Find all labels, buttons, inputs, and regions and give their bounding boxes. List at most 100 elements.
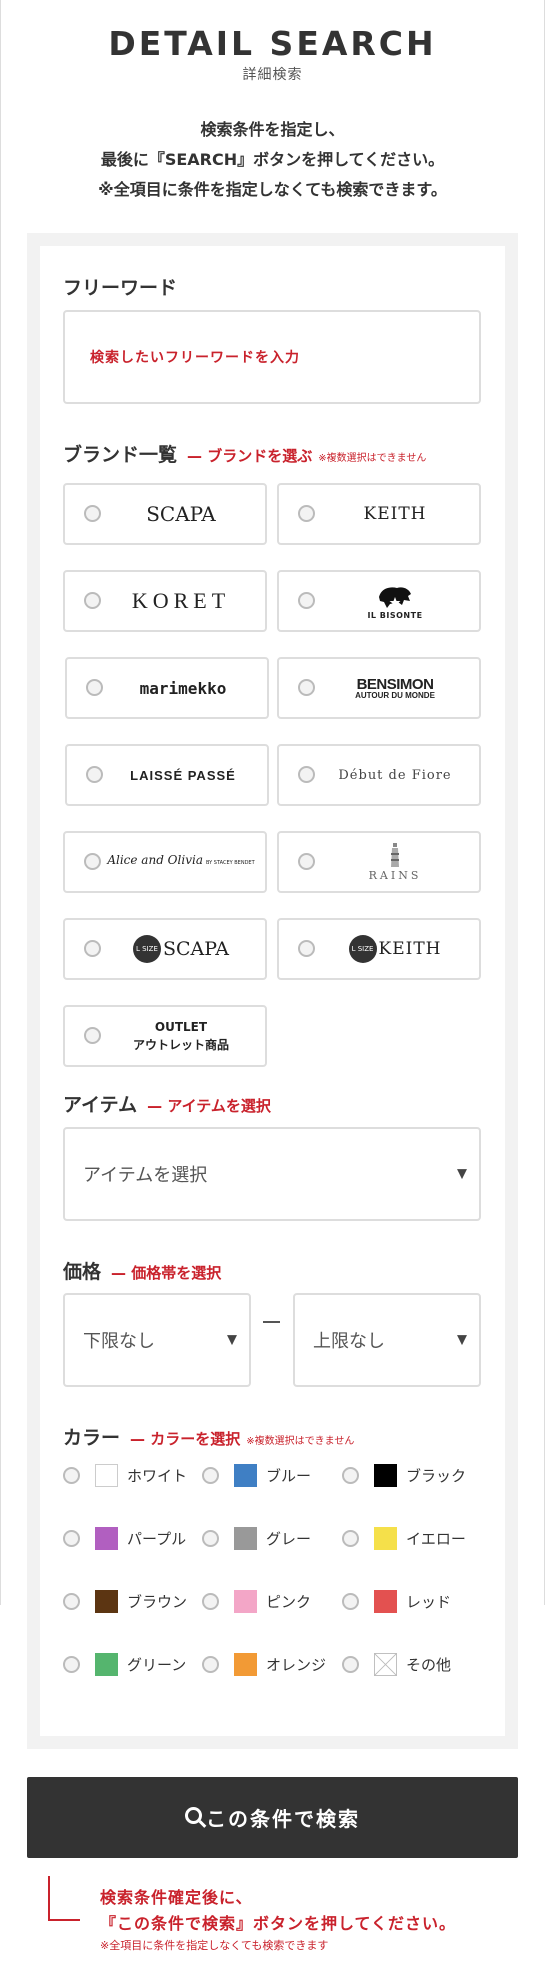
gray-swatch <box>234 1526 257 1550</box>
green-swatch <box>95 1652 118 1676</box>
footer-note-line-2: 『この条件で検索』ボタンを押してください。 <box>100 1914 457 1933</box>
footer-note-line-1: 検索条件確定後に、 <box>100 1888 253 1907</box>
brand-option-laisse-passe[interactable]: LAISSÉ PASSÉ <box>65 744 269 806</box>
price-min-select[interactable]: 下限なし ▼ <box>63 1293 251 1387</box>
other-swatch-icon <box>374 1652 397 1676</box>
radio-icon[interactable] <box>342 1655 359 1673</box>
price-max-select[interactable]: 上限なし ▼ <box>293 1293 481 1387</box>
bison-icon <box>379 586 411 608</box>
brand-option-keith-lsize[interactable]: L SIZE KEITH <box>277 918 481 980</box>
radio-icon[interactable] <box>202 1592 219 1610</box>
radio-icon[interactable] <box>63 1529 80 1547</box>
brand-option-debut-de-fiore[interactable]: Début de Fiore <box>277 744 481 806</box>
radio-icon[interactable] <box>298 940 315 957</box>
koret-logo: KORET <box>131 588 231 613</box>
brand-option-koret[interactable]: KORET <box>63 570 267 632</box>
radio-icon[interactable] <box>84 592 101 609</box>
search-icon <box>185 1807 202 1824</box>
note-bracket-horizontal <box>48 1919 80 1921</box>
radio-icon[interactable] <box>63 1592 80 1610</box>
radio-icon[interactable] <box>298 505 315 522</box>
color-note: ※複数選択はできません <box>246 1436 355 1447</box>
intro-line-3: ※全項目に条件を指定しなくても検索できます。 <box>98 180 447 199</box>
brand-option-alice-olivia[interactable]: Alice and Olivia BY STACEY BENDET <box>63 831 267 893</box>
brand-option-rains[interactable]: RAINS <box>277 831 481 893</box>
color-option-black[interactable]: ブラック <box>342 1461 466 1489</box>
radio-icon[interactable] <box>202 1466 219 1484</box>
brand-option-bensimon[interactable]: BENSIMON AUTOUR DU MONDE <box>277 657 481 719</box>
brand-option-scapa[interactable]: SCAPA <box>63 483 267 545</box>
radio-icon[interactable] <box>202 1655 219 1673</box>
dropdown-arrow-icon: ▼ <box>227 1332 237 1348</box>
scapa-logo: SCAPA <box>146 502 216 526</box>
intro-line-2: 最後に『SEARCH』ボタンを押してください。 <box>100 150 445 169</box>
search-button[interactable]: この条件で検索 <box>27 1777 518 1858</box>
color-option-brown[interactable]: ブラウン <box>63 1587 187 1615</box>
radio-icon[interactable] <box>342 1466 359 1484</box>
white-swatch <box>95 1463 118 1487</box>
color-option-red[interactable]: レッド <box>342 1587 451 1615</box>
yellow-swatch <box>374 1526 397 1550</box>
marimekko-logo: marimekko <box>139 678 227 698</box>
radio-icon[interactable] <box>63 1655 80 1673</box>
color-option-other[interactable]: その他 <box>342 1650 451 1678</box>
brand-option-il-bisonte[interactable]: IL BISONTE <box>277 570 481 632</box>
brand-sub-label: — ブランドを選ぶ <box>187 447 313 465</box>
bensimon-logo: BENSIMON AUTOUR DU MONDE <box>355 675 435 700</box>
brown-swatch <box>95 1589 118 1613</box>
radio-icon[interactable] <box>342 1592 359 1610</box>
color-option-orange[interactable]: オレンジ <box>202 1650 326 1678</box>
freeword-label: フリーワード <box>63 277 178 299</box>
il-bisonte-logo: IL BISONTE <box>319 572 471 630</box>
rains-logo: RAINS <box>319 833 471 891</box>
laisse-passe-logo: LAISSÉ PASSÉ <box>130 767 236 783</box>
brand-option-scapa-lsize[interactable]: L SIZE SCAPA <box>63 918 267 980</box>
brand-option-keith[interactable]: KEITH <box>277 483 481 545</box>
blue-swatch <box>234 1463 257 1487</box>
lighthouse-icon <box>391 842 399 867</box>
color-sub-label: — カラーを選択 <box>130 1430 241 1448</box>
search-panel-inner <box>40 246 505 1736</box>
page-subtitle: 詳細検索 <box>242 67 303 83</box>
color-option-gray[interactable]: グレー <box>202 1524 311 1552</box>
brand-note: ※複数選択はできません <box>318 453 427 464</box>
color-option-white[interactable]: ホワイト <box>63 1461 187 1489</box>
price-label: 価格 — 価格帯を選択 <box>63 1261 222 1283</box>
brand-label: ブランド一覧 — ブランドを選ぶ ※複数選択はできません <box>63 444 427 466</box>
color-option-yellow[interactable]: イエロー <box>342 1524 466 1552</box>
item-sub-label: — アイテムを選択 <box>147 1097 271 1115</box>
footer-note-line-3: ※全項目に条件を指定しなくても検索できます <box>100 1939 329 1952</box>
brand-option-marimekko[interactable]: marimekko <box>65 657 269 719</box>
radio-icon[interactable] <box>202 1529 219 1547</box>
radio-icon[interactable] <box>342 1529 359 1547</box>
radio-icon[interactable] <box>86 679 103 696</box>
l-size-badge-icon: L SIZE <box>132 935 161 963</box>
color-option-purple[interactable]: パープル <box>63 1524 186 1552</box>
color-option-pink[interactable]: ピンク <box>202 1587 311 1615</box>
radio-icon[interactable] <box>298 853 315 870</box>
page-title: DETAIL SEARCH <box>108 24 437 63</box>
item-label: アイテム — アイテムを選択 <box>63 1094 271 1116</box>
radio-icon[interactable] <box>86 766 103 783</box>
range-dash <box>263 1321 280 1323</box>
radio-icon[interactable] <box>63 1466 80 1484</box>
dropdown-arrow-icon: ▼ <box>457 1332 467 1348</box>
l-size-badge-icon: L SIZE <box>348 935 377 963</box>
radio-icon[interactable] <box>298 679 315 696</box>
radio-icon[interactable] <box>84 940 101 957</box>
freeword-input[interactable]: 検索したいフリーワードを入力 <box>63 310 481 404</box>
item-select[interactable]: アイテムを選択 ▼ <box>63 1127 481 1221</box>
color-label: カラー — カラーを選択 ※複数選択はできません <box>63 1427 355 1449</box>
orange-swatch <box>234 1652 257 1676</box>
keith-logo: KEITH <box>363 504 427 524</box>
brand-option-outlet[interactable]: OUTLET アウトレット商品 <box>63 1005 267 1067</box>
radio-icon[interactable] <box>84 1027 101 1044</box>
color-option-blue[interactable]: ブルー <box>202 1461 311 1489</box>
red-swatch <box>374 1589 397 1613</box>
color-option-green[interactable]: グリーン <box>63 1650 186 1678</box>
radio-icon[interactable] <box>84 853 101 870</box>
pink-swatch <box>234 1589 257 1613</box>
radio-icon[interactable] <box>298 766 315 783</box>
radio-icon[interactable] <box>298 592 315 609</box>
radio-icon[interactable] <box>84 505 101 522</box>
